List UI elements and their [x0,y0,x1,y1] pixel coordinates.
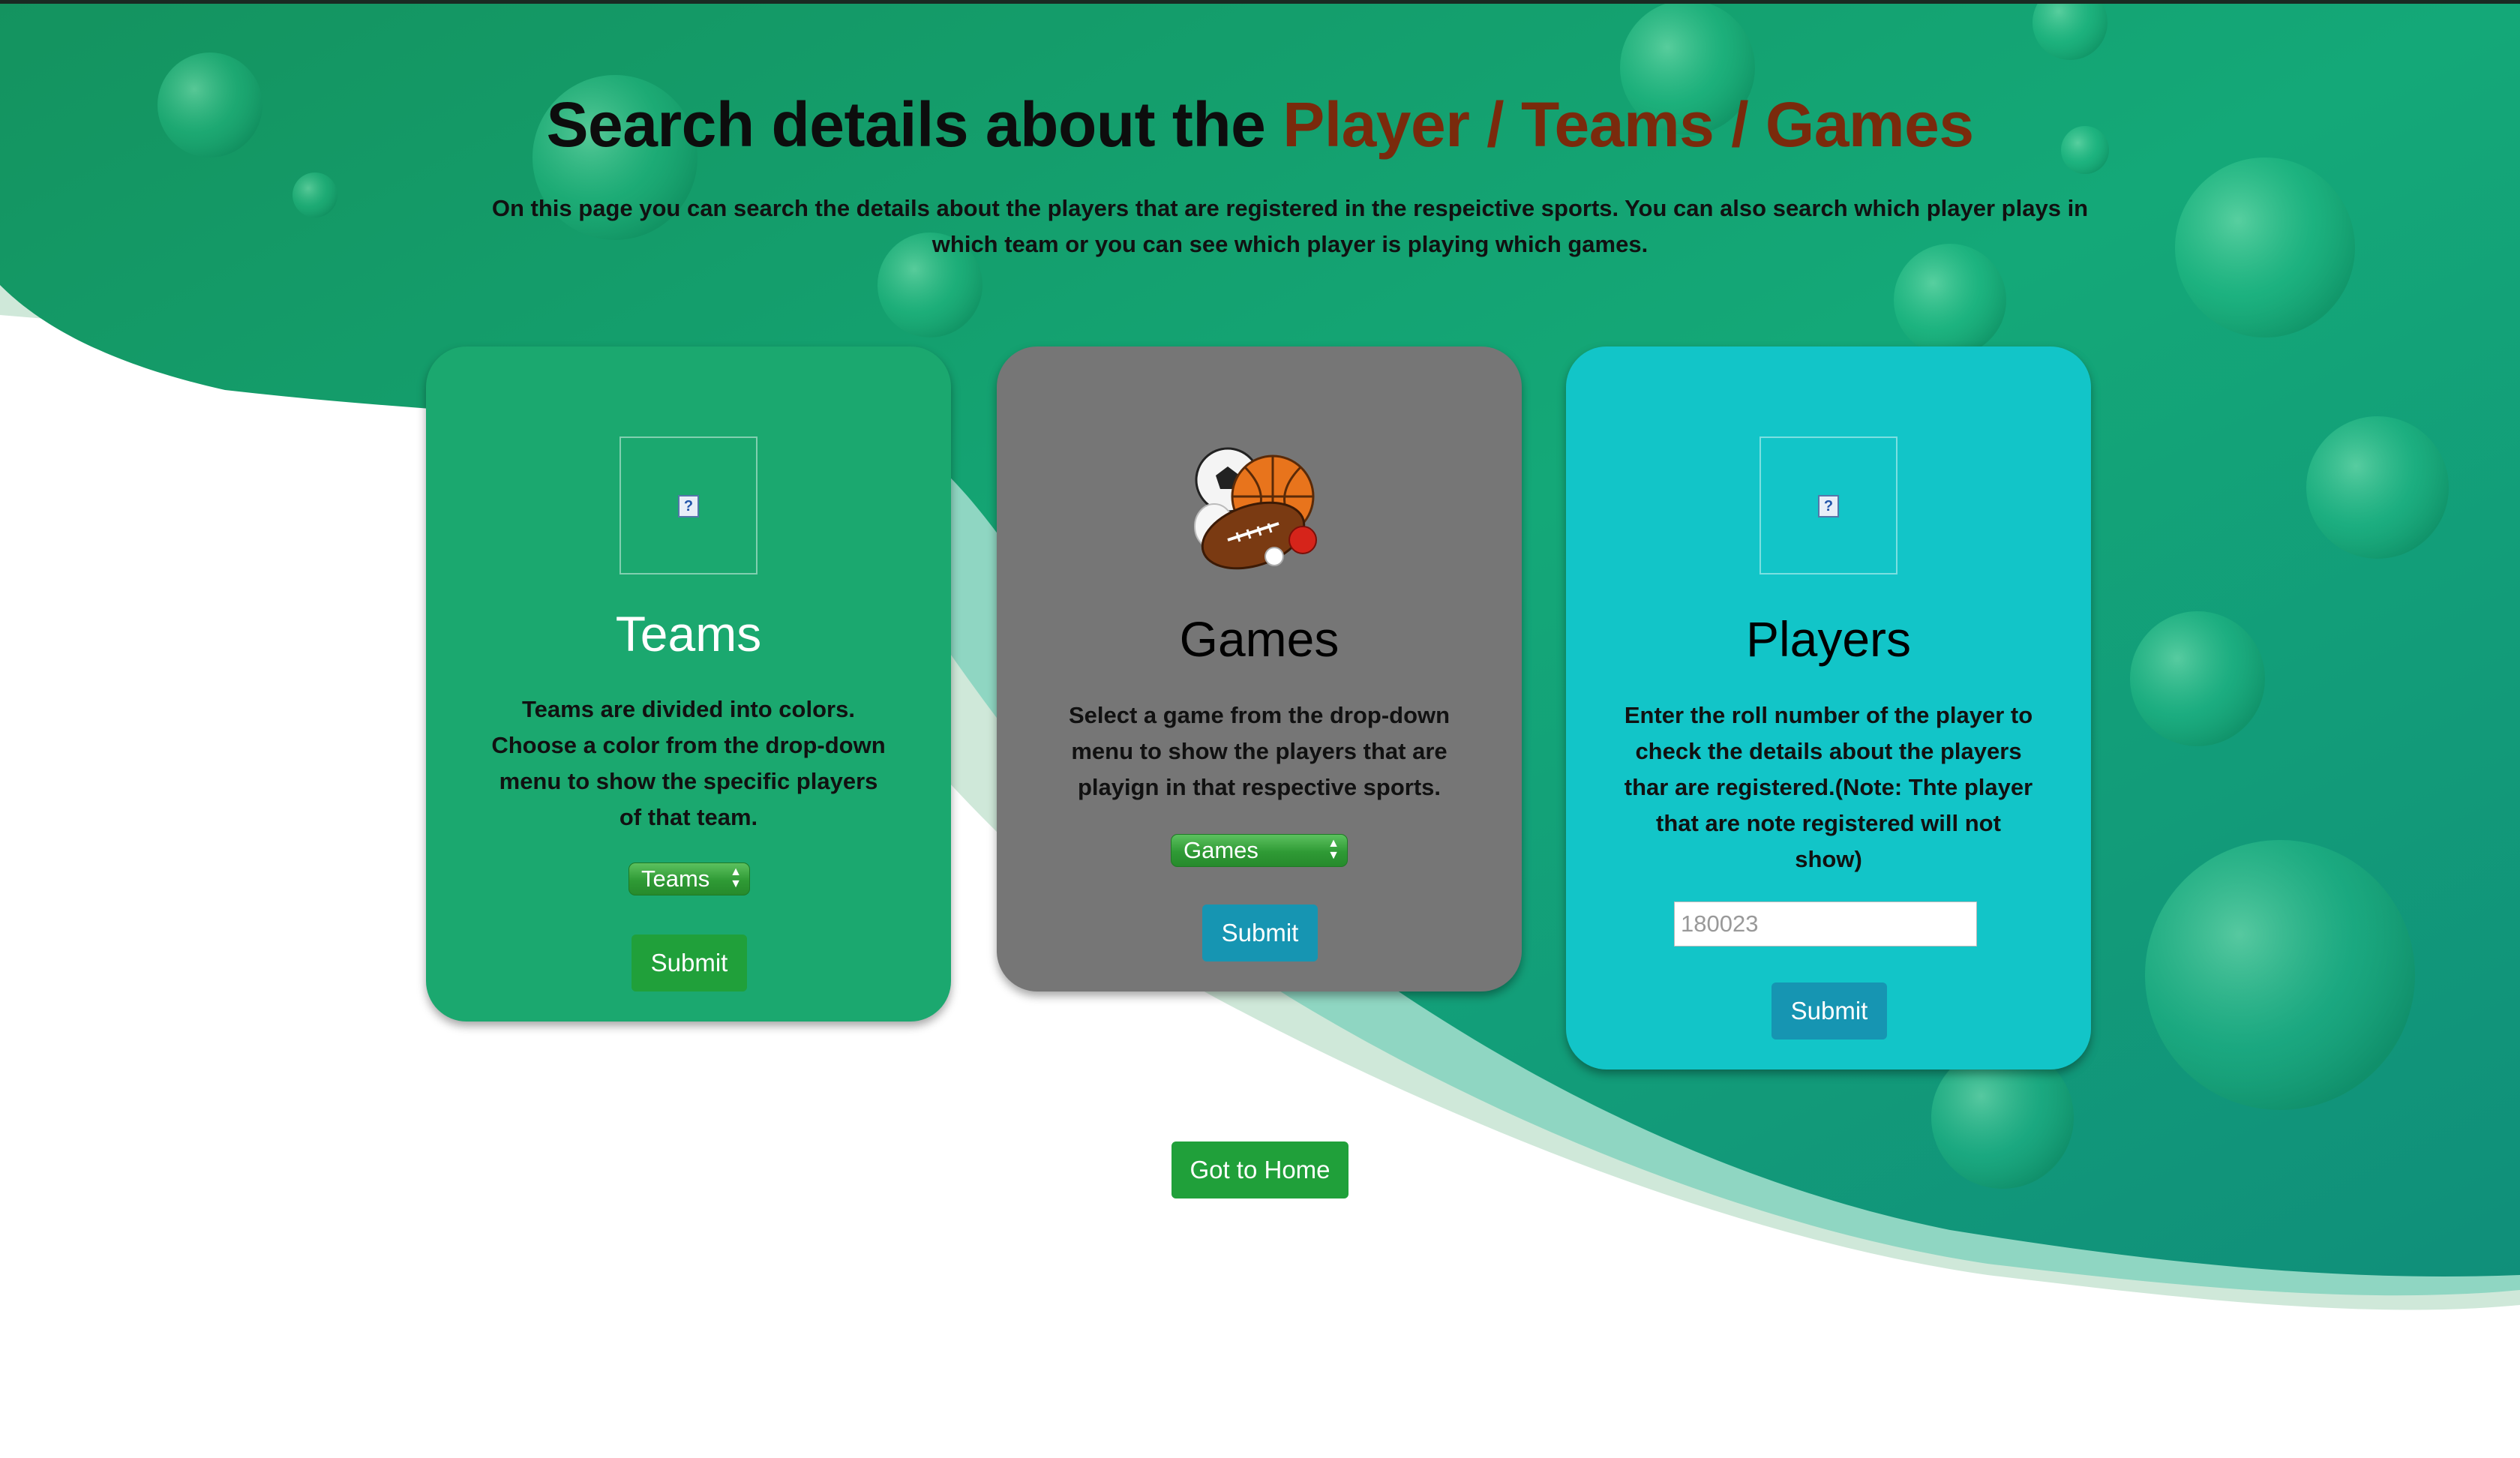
top-border [0,0,2520,4]
teams-description: Teams are divided into colors. Choose a … [491,696,886,830]
players-submit-button[interactable]: Submit [1772,982,1887,1040]
roll-number-input[interactable]: 180023 [1674,902,1977,946]
games-select-value: Games [1184,837,1258,863]
teams-image: ? [620,436,758,574]
players-title: Players [1745,611,1912,667]
page-title: Search details about the Player / Teams … [0,88,2520,161]
go-to-home-button[interactable]: Got to Home [1172,1142,1348,1198]
games-card: Games Select a game from the drop-down m… [997,346,1522,992]
teams-select-value: Teams [641,866,710,892]
page-content: Search details about the Player / Teams … [0,0,2520,1458]
teams-submit-button[interactable]: Submit [632,934,747,992]
games-select[interactable]: Games ▲ ▼ [1171,834,1348,867]
broken-image-icon: ? [1818,495,1839,518]
games-submit-button[interactable]: Submit [1202,904,1318,962]
select-arrows-icon: ▲ ▼ [1328,837,1340,862]
teams-select[interactable]: Teams ▲ ▼ [628,862,750,896]
broken-image-icon: ? [678,495,699,518]
teams-title: Teams [615,606,762,662]
page-title-accent: Player / Teams / Games [1282,89,1974,160]
games-description: Select a game from the drop-down menu to… [1068,702,1450,800]
games-title: Games [1179,611,1340,667]
sports-balls-icon [1194,447,1317,570]
players-description: Enter the roll number of the player to c… [1624,702,2033,872]
page-intro: On this page you can search the details … [491,195,2089,257]
players-image: ? [1760,436,1898,574]
players-card: ? Players Enter the roll number of the p… [1566,346,2091,1070]
page-title-plain: Search details about the [546,89,1283,160]
teams-card: ? Teams Teams are divided into colors. C… [426,346,951,1022]
select-arrows-icon: ▲ ▼ [730,866,742,890]
